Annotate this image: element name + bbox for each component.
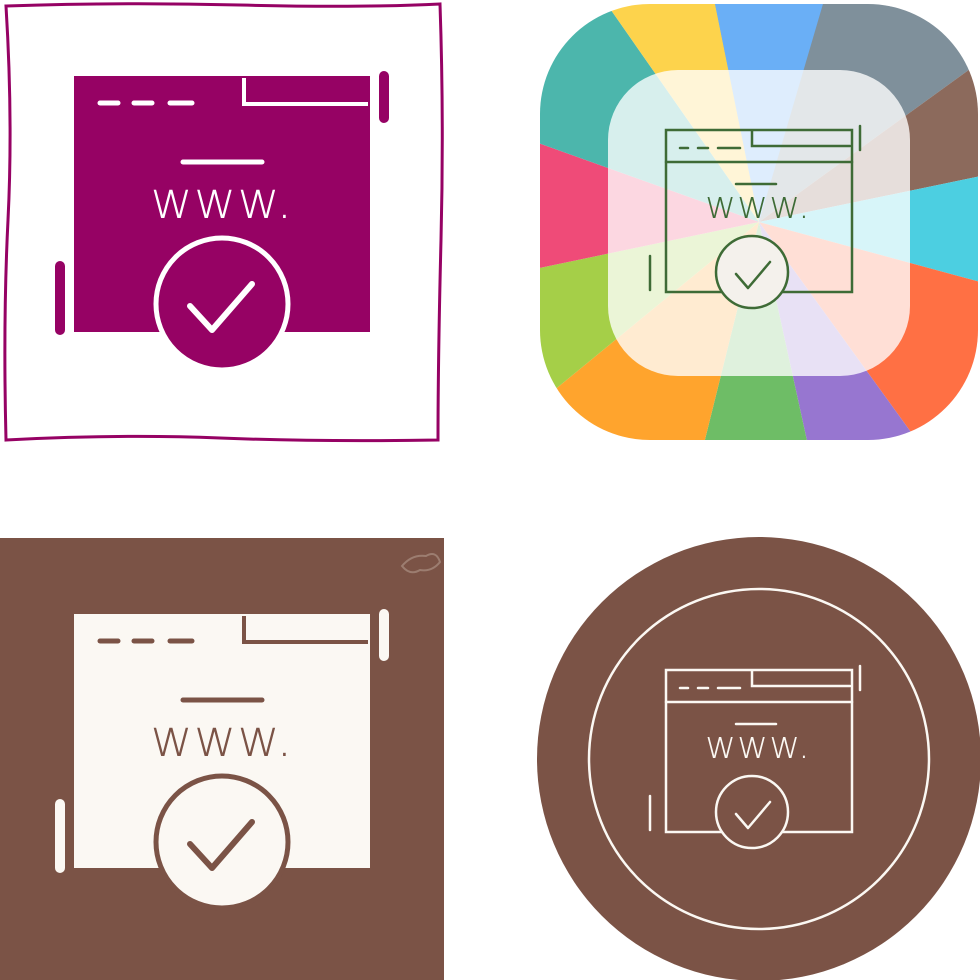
www-text: www. [150, 171, 293, 231]
icon-tile-glyph-framed: www. [0, 0, 490, 490]
www-text: www. [150, 709, 293, 769]
browser-www-check-icon: www. [3, 2, 444, 443]
www-text: www. [705, 723, 811, 767]
check-circle [153, 773, 291, 911]
check-circle [153, 235, 291, 373]
check-circle [714, 774, 790, 850]
icon-tile-glyph-solid: www. [0, 490, 490, 980]
check-circle [714, 234, 790, 310]
browser-www-check-icon: www. [540, 4, 978, 440]
www-text: www. [705, 183, 811, 227]
icon-tile-line-rainbow: www. [490, 0, 980, 490]
icon-tile-line-circle: www. [490, 490, 980, 980]
browser-www-check-icon: www. [0, 538, 444, 980]
browser-www-check-icon: www. [537, 537, 980, 980]
